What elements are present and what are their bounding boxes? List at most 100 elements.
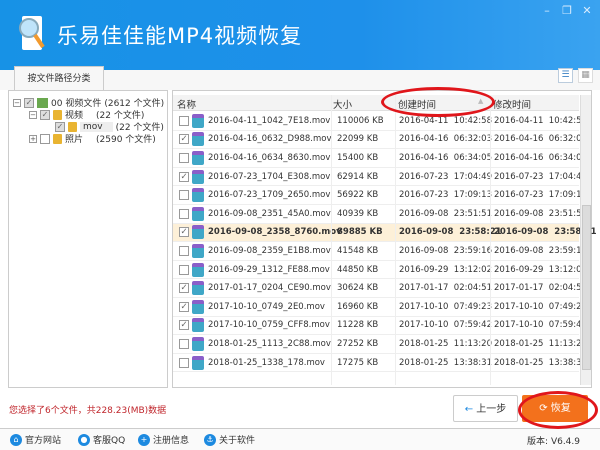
created-time: 2016-09-08 23:51:51 (399, 208, 492, 219)
checkbox[interactable] (40, 133, 50, 144)
close-button[interactable]: ✕ (580, 4, 594, 17)
collapse-icon[interactable]: − (13, 98, 21, 107)
created-time: 2016-09-08 23:58:21 (399, 227, 502, 238)
modified-time: 2016-04-16 06:32:03 (494, 134, 587, 145)
drive-icon (37, 97, 48, 108)
video-file-icon (192, 188, 204, 203)
created-time: 2018-01-25 11:13:20 (399, 338, 492, 349)
row-checkbox[interactable] (179, 208, 189, 219)
col-name[interactable]: 名称 (177, 97, 196, 111)
version-label: 版本: V6.4.9 (527, 437, 580, 447)
row-checkbox[interactable]: ✓ (179, 320, 189, 331)
created-time: 2016-09-29 13:12:02 (399, 264, 492, 275)
row-checkbox[interactable] (179, 357, 189, 368)
link-registration[interactable]: + 注册信息 (138, 433, 189, 446)
checkbox[interactable]: ✓ (40, 109, 50, 120)
link-official-site[interactable]: ⌂ 官方网站 (10, 433, 61, 446)
list-view-icon[interactable]: ☰ (558, 68, 573, 83)
row-checkbox[interactable] (179, 115, 189, 126)
row-checkbox[interactable]: ✓ (179, 171, 189, 182)
row-checkbox[interactable]: ✓ (179, 301, 189, 312)
minimize-button[interactable]: – (540, 4, 554, 17)
file-name: 2016-04-16_0634_8630.mov (208, 152, 331, 163)
checkbox[interactable]: ✓ (55, 121, 65, 132)
col-created[interactable]: 创建时间 (398, 97, 436, 111)
tab-by-path[interactable]: 按文件路径分类 (14, 66, 104, 91)
file-name: 2016-07-23_1709_2650.mov (208, 190, 331, 201)
table-row[interactable]: 2016-04-16_0634_8630.mov 15400 KB 2016-0… (173, 149, 587, 168)
back-button[interactable]: ← 上一步 (453, 395, 518, 422)
created-time: 2018-01-25 13:38:31 (399, 357, 492, 368)
file-size: 15400 KB (337, 152, 379, 163)
file-name: 2016-09-08_2351_45A0.mov (208, 208, 331, 219)
row-checkbox[interactable] (179, 245, 189, 256)
file-size: 30624 KB (337, 283, 379, 294)
row-checkbox[interactable] (179, 190, 189, 201)
file-size: 56922 KB (337, 190, 379, 201)
file-name: 2016-04-16_0632_D988.mov (208, 134, 332, 145)
table-row[interactable]: 2016-09-08_2359_E1B8.mov 41548 KB 2016-0… (173, 242, 587, 261)
expand-icon[interactable]: + (29, 134, 37, 143)
video-file-icon (192, 336, 204, 351)
row-checkbox[interactable]: ✓ (179, 227, 189, 238)
table-row[interactable]: 2018-01-25_1113_2C88.mov 27252 KB 2018-0… (173, 335, 587, 354)
file-name: 2016-04-11_1042_7E18.mov (208, 115, 331, 126)
row-checkbox[interactable] (179, 264, 189, 275)
link-about[interactable]: ⚓ 关于软件 (204, 433, 255, 446)
table-row[interactable]: ✓ 2017-10-10_0759_CFF8.mov 11228 KB 2017… (173, 317, 587, 336)
table-row[interactable]: ✓ 2017-01-17_0204_CE90.mov 30624 KB 2017… (173, 279, 587, 298)
scrollbar[interactable] (580, 95, 591, 385)
table-row[interactable]: 2018-01-25_1338_178.mov 17275 KB 2018-01… (173, 354, 587, 373)
collapse-icon[interactable]: − (29, 110, 37, 119)
user-add-icon: + (138, 433, 150, 446)
modified-time: 2016-04-16 06:34:05 (494, 152, 587, 163)
app-title: 乐易佳佳能MP4视频恢复 (57, 24, 303, 48)
created-time: 2017-01-17 02:04:51 (399, 283, 492, 294)
modified-time: 2016-07-23 17:09:13 (494, 190, 587, 201)
restore-button[interactable]: ❐ (560, 4, 574, 17)
table-row[interactable]: ✓ 2016-09-08_2358_8760.mov 89885 KB 2016… (173, 223, 597, 243)
table-row[interactable]: ✓ 2016-04-16_0632_D988.mov 22099 KB 2016… (173, 131, 587, 150)
col-modified[interactable]: 修改时间 (493, 97, 531, 111)
row-checkbox[interactable] (179, 152, 189, 163)
home-icon: ⌂ (10, 433, 22, 446)
row-checkbox[interactable]: ✓ (179, 283, 189, 294)
file-name: 2017-01-17_0204_CE90.mov (208, 283, 331, 294)
file-size: 110006 KB (337, 115, 384, 126)
table-row[interactable]: ✓ 2016-07-23_1704_E308.mov 62914 KB 2016… (173, 168, 587, 187)
folder-icon (68, 121, 77, 132)
footer: ⌂ 官方网站 ● 客服QQ + 注册信息 ⚓ 关于软件 版本: V6.4.9 (0, 428, 600, 450)
modified-time: 2016-09-08 23:51:51 (494, 208, 587, 219)
table-row[interactable]: 2016-09-08_2351_45A0.mov 40939 KB 2016-0… (173, 205, 587, 224)
row-checkbox[interactable]: ✓ (179, 134, 189, 145)
file-size: 41548 KB (337, 245, 379, 256)
grid-view-icon[interactable]: ▦ (578, 68, 593, 83)
file-name: 2016-09-08_2358_8760.mov (208, 227, 342, 238)
recover-button[interactable]: ⟳ 恢复 (522, 395, 588, 422)
table-row[interactable]: 2016-09-29_1312_FE88.mov 44850 KB 2016-0… (173, 261, 587, 280)
table-row[interactable]: 2016-07-23_1709_2650.mov 56922 KB 2016-0… (173, 186, 587, 205)
file-size: 89885 KB (337, 227, 383, 238)
folder-icon (53, 109, 62, 120)
modified-time: 2018-01-25 11:13:20 (494, 338, 587, 349)
file-size: 44850 KB (337, 264, 379, 275)
scrollbar-thumb[interactable] (582, 205, 591, 370)
created-time: 2016-09-08 23:59:16 (399, 245, 492, 256)
video-file-icon (192, 169, 204, 184)
link-support-qq[interactable]: ● 客服QQ (78, 433, 125, 446)
checkbox[interactable]: ✓ (24, 97, 34, 108)
file-name: 2018-01-25_1113_2C88.mov (208, 338, 331, 349)
modified-time: 2016-09-29 13:12:02 (494, 264, 587, 275)
video-file-icon (192, 281, 204, 296)
created-time: 2016-04-16 06:32:03 (399, 134, 492, 145)
video-file-icon (192, 132, 204, 147)
col-size[interactable]: 大小 (333, 97, 352, 111)
video-file-icon (192, 355, 204, 370)
video-file-icon (192, 299, 204, 314)
tree-node-photos[interactable]: + 照片 (2590 个文件) (29, 132, 156, 145)
table-row[interactable]: ✓ 2017-10-10_0749_2E0.mov 16960 KB 2017-… (173, 298, 587, 317)
created-time: 2016-04-11 10:42:58 (399, 115, 492, 126)
created-time: 2016-04-16 06:34:05 (399, 152, 492, 163)
table-row[interactable]: 2016-04-11_1042_7E18.mov 110006 KB 2016-… (173, 112, 587, 131)
row-checkbox[interactable] (179, 338, 189, 349)
